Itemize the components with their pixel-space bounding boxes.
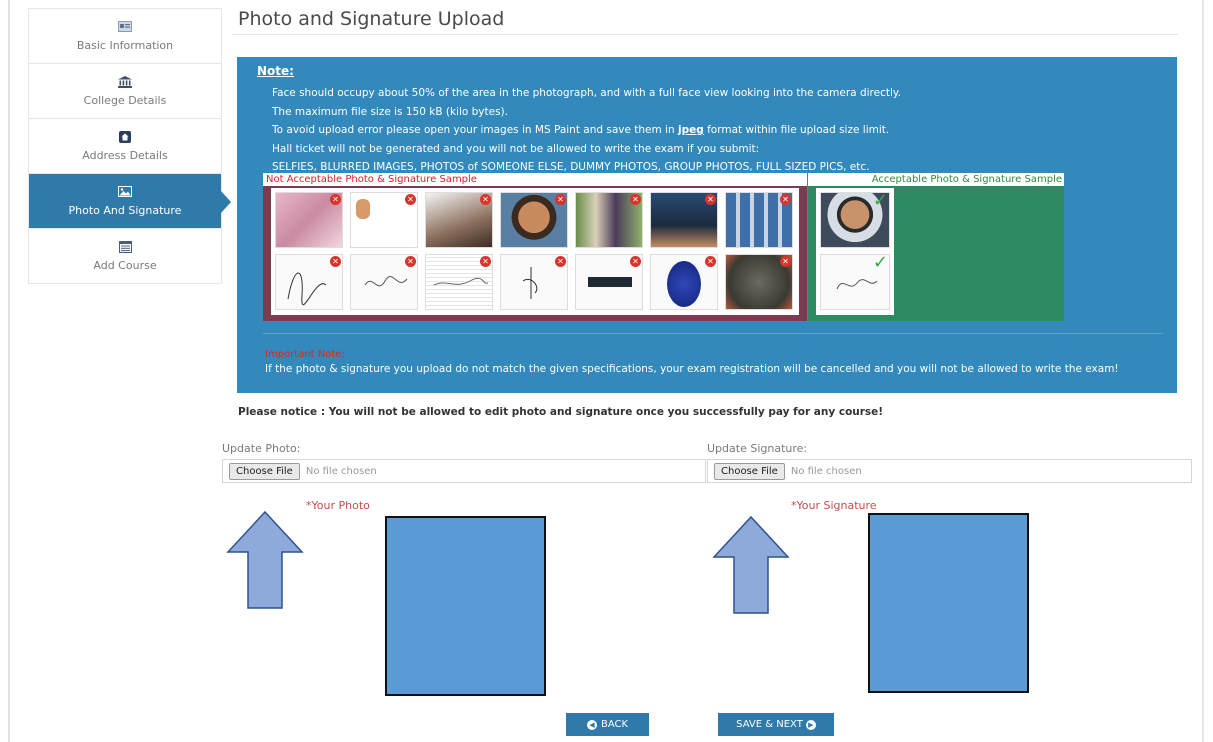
title-divider: [232, 34, 1178, 35]
rejected-photo-sample: ✕: [275, 192, 343, 248]
arrow-up-icon: [712, 515, 790, 614]
photo-file-input[interactable]: Choose File No file chosen: [222, 459, 706, 483]
your-signature-label: *Your Signature: [791, 499, 877, 512]
note-panel: Note: Face should occupy about 50% of th…: [237, 57, 1177, 393]
reject-icon: ✕: [555, 194, 566, 205]
reject-icon: ✕: [780, 194, 791, 205]
sidebar-item-label: Photo And Signature: [68, 203, 182, 217]
not-acceptable-grid: ✕ ✕ ✕ ✕ ✕ ✕ ✕ ✕ ✕ ✕ ✕ ✕ ✕ ✕: [271, 188, 799, 315]
accepted-signature-sample: ✓: [820, 254, 890, 310]
reject-icon: ✕: [555, 256, 566, 267]
sidebar-item-photo-and-signature[interactable]: Photo And Signature: [29, 174, 231, 229]
sidebar-item-add-course[interactable]: Add Course: [29, 229, 221, 284]
update-photo-label: Update Photo:: [222, 442, 301, 455]
note-line-hall-ticket: Hall ticket will not be generated and yo…: [272, 142, 760, 155]
sidebar-item-label: Basic Information: [76, 38, 174, 52]
sidebar-item-label: College Details: [83, 93, 167, 107]
reject-icon: ✕: [405, 194, 416, 205]
photo-no-file-text: No file chosen: [305, 465, 377, 477]
rejected-signature-sample: ✕: [575, 254, 643, 310]
list-icon: [118, 241, 132, 253]
id-card-icon: [118, 21, 132, 33]
rejected-photo-sample: ✕: [575, 192, 643, 248]
not-acceptable-label: Not Acceptable Photo & Signature Sample: [263, 173, 807, 186]
rejected-photo-sample: ✕: [350, 192, 418, 248]
frame-right-border: [1202, 0, 1204, 742]
arrow-right-icon: ▶: [805, 719, 816, 730]
important-note-text: If the photo & signature you upload do n…: [265, 363, 1119, 375]
acceptable-label: Acceptable Photo & Signature Sample: [808, 173, 1064, 186]
sidebar-item-label: Add Course: [93, 259, 157, 272]
note-line-format-jpeg: jpeg: [678, 124, 704, 136]
signature-file-input[interactable]: Choose File No file chosen: [707, 459, 1192, 483]
note-line-format: To avoid upload error please open your i…: [272, 121, 901, 140]
rejected-signature-sample: ✕: [725, 254, 793, 310]
sidebar-item-basic-information[interactable]: Basic Information: [29, 9, 221, 64]
update-signature-label: Update Signature:: [707, 442, 808, 455]
institution-icon: [118, 75, 132, 88]
reject-icon: ✕: [705, 194, 716, 205]
frame-left-border: [8, 0, 10, 742]
back-button[interactable]: ◀ BACK: [566, 713, 649, 736]
rejected-signature-sample: ✕: [425, 254, 493, 310]
sidebar-item-address-details[interactable]: Address Details: [29, 119, 221, 174]
signature-choose-file-button[interactable]: Choose File: [714, 462, 785, 480]
not-acceptable-samples: Not Acceptable Photo & Signature Sample …: [263, 173, 807, 321]
reject-icon: ✕: [780, 256, 791, 267]
note-title: Note:: [257, 64, 294, 78]
reject-icon: ✕: [405, 256, 416, 267]
acceptable-samples: Acceptable Photo & Signature Sample ✓ ✓: [808, 173, 1064, 321]
rejected-signature-sample: ✕: [275, 254, 343, 310]
rejected-photo-sample: ✕: [725, 192, 793, 248]
arrow-left-icon: ◀: [586, 719, 597, 730]
photo-preview: [385, 516, 546, 696]
signature-no-file-text: No file chosen: [790, 465, 862, 477]
back-button-label: BACK: [600, 719, 629, 730]
check-icon: ✓: [872, 254, 888, 273]
reject-icon: ✕: [330, 194, 341, 205]
rejected-signature-sample: ✕: [500, 254, 568, 310]
note-line-face: Face should occupy about 50% of the area…: [272, 87, 901, 99]
save-next-button-label: SAVE & NEXT: [736, 719, 803, 730]
check-icon: ✓: [872, 192, 888, 211]
sidebar-item-label: Address Details: [82, 148, 168, 162]
rejected-photo-sample: ✕: [500, 192, 568, 248]
page-title: Photo and Signature Upload: [238, 8, 505, 30]
important-note-title: Important Note:: [265, 349, 345, 360]
photo-choose-file-button[interactable]: Choose File: [229, 462, 300, 480]
reject-icon: ✕: [330, 256, 341, 267]
reject-icon: ✕: [630, 194, 641, 205]
panel-divider: [263, 333, 1163, 334]
note-line-format-a: To avoid upload error please open your i…: [272, 124, 678, 136]
sidebar-nav: Basic Information College Details Addres…: [28, 8, 231, 284]
your-photo-label: *Your Photo: [306, 499, 370, 512]
signature-preview: [868, 513, 1029, 693]
acceptable-grid: ✓ ✓: [816, 188, 894, 315]
home-icon: [118, 130, 132, 143]
reject-icon: ✕: [480, 194, 491, 205]
edit-notice: Please notice : You will not be allowed …: [238, 406, 884, 418]
reject-icon: ✕: [705, 256, 716, 267]
sidebar-item-college-details[interactable]: College Details: [29, 64, 221, 119]
rejected-photo-sample: ✕: [650, 192, 718, 248]
image-icon: [118, 186, 132, 198]
note-line-format-c: format within file upload size limit.: [703, 124, 890, 136]
reject-icon: ✕: [630, 256, 641, 267]
arrow-up-icon: [226, 510, 304, 609]
reject-icon: ✕: [480, 256, 491, 267]
accepted-photo-sample: ✓: [820, 192, 890, 248]
rejected-photo-sample: ✕: [425, 192, 493, 248]
save-next-button[interactable]: SAVE & NEXT ▶: [718, 713, 834, 736]
note-lines: Face should occupy about 50% of the area…: [272, 84, 901, 177]
note-line-file-size: The maximum file size is 150 kB (kilo by…: [272, 105, 508, 118]
rejected-signature-sample: ✕: [650, 254, 718, 310]
rejected-signature-sample: ✕: [350, 254, 418, 310]
